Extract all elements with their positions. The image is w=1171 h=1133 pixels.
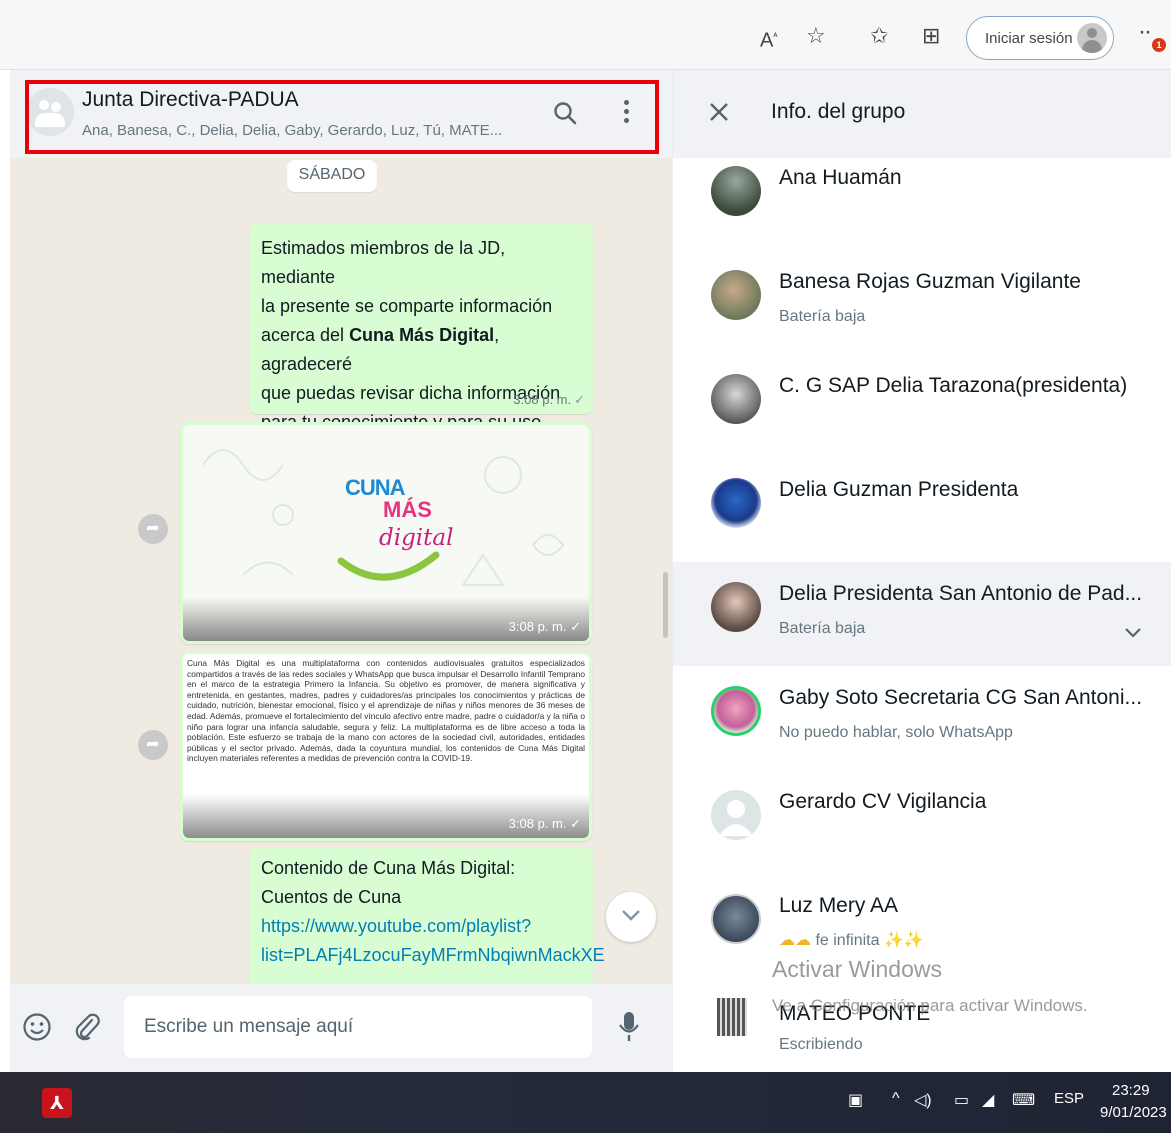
logo-text-digital: digital	[379, 525, 454, 551]
member-status: Escribiendo	[779, 1036, 863, 1053]
activate-windows-hint: Ve a Configuración para activar Windows.	[772, 996, 1088, 1015]
battery-icon[interactable]: ▭	[954, 1090, 969, 1110]
logo-text-mas: MÁS	[383, 497, 432, 522]
microphone-icon[interactable]	[618, 1010, 640, 1049]
activate-windows-watermark: Activar Windows	[772, 956, 942, 982]
playlist-link[interactable]: list=PLAFj4LzocuFayMFrmNbqiwnMackXE	[261, 941, 605, 970]
favorite-add-icon[interactable]: ☆	[806, 22, 826, 50]
pdf-app-icon[interactable]: ⅄	[42, 1088, 72, 1118]
member-avatar	[711, 374, 761, 424]
chevron-up-icon[interactable]: ^	[892, 1090, 900, 1108]
sent-check-icon: ✓	[574, 392, 585, 407]
member-name: Ana Huamán	[779, 166, 902, 189]
news-widget-icon[interactable]: ▣	[848, 1090, 863, 1110]
member-name: Gerardo CV Vigilancia	[779, 790, 987, 813]
member-item[interactable]: C. G SAP Delia Tarazona(presidenta)	[673, 362, 1171, 466]
clock-date[interactable]: 9/01/2023	[1100, 1104, 1167, 1121]
member-status: Batería baja	[779, 620, 866, 637]
member-item[interactable]: Delia Guzman Presidenta	[673, 466, 1171, 570]
member-name: Delia Guzman Presidenta	[779, 478, 1019, 501]
wifi-icon[interactable]: ◢	[982, 1090, 994, 1110]
member-avatar	[711, 894, 761, 944]
scroll-down-button[interactable]	[606, 892, 656, 942]
image-message[interactable]: Cuna Más Digital es una multiplataforma …	[180, 651, 592, 841]
logo-swoosh-icon	[337, 551, 440, 581]
chat-scrollbar[interactable]	[663, 572, 668, 638]
signin-label: Iniciar sesión	[985, 29, 1073, 47]
member-avatar	[711, 270, 761, 320]
member-name: Gaby Soto Secretaria CG San Antoni...	[779, 686, 1143, 709]
clock-time[interactable]: 23:29	[1112, 1082, 1150, 1099]
member-avatar	[711, 478, 761, 528]
volume-icon[interactable]: ◁)	[914, 1090, 932, 1110]
chat-header[interactable]: Junta Directiva-PADUA Ana, Banesa, C., D…	[10, 70, 672, 158]
message-list[interactable]: SÁBADO Estimados miembros de la JD, medi…	[10, 158, 672, 988]
member-name: Banesa Rojas Guzman Vigilante	[779, 270, 1081, 293]
message-time: 3:08 p. m. ✓	[508, 816, 581, 831]
image-message[interactable]: CUNA MÁS digital 3:08 p. m. ✓	[180, 422, 592, 644]
member-name: Delia Presidenta San Antonio de Pad...	[779, 582, 1143, 605]
message-line: Estimados miembros de la JD, mediante	[261, 238, 506, 287]
keyboard-icon[interactable]: ⌨	[1012, 1090, 1035, 1110]
close-icon[interactable]	[707, 100, 731, 129]
message-bubble[interactable]: Contenido de Cuna Más Digital: Cuentos d…	[249, 848, 605, 988]
message-composer	[10, 984, 672, 1072]
group-info-panel: Info. del grupo Ana Huamán Banesa Rojas …	[672, 70, 1171, 1072]
chat-panel: Junta Directiva-PADUA Ana, Banesa, C., D…	[10, 70, 672, 1072]
playlist-link[interactable]: https://www.youtube.com/playlist?	[261, 912, 581, 941]
collections-icon[interactable]: ⊞	[922, 22, 940, 50]
info-title: Info. del grupo	[771, 100, 906, 123]
favorites-icon[interactable]: ✩	[870, 22, 888, 50]
member-item[interactable]: Delia Presidenta San Antonio de Pad... B…	[673, 562, 1171, 666]
more-options-icon[interactable]: ··	[1138, 18, 1152, 46]
language-indicator[interactable]: ESP	[1054, 1090, 1084, 1107]
member-item[interactable]: Gerardo CV Vigilancia	[673, 778, 1171, 882]
message-line: Cuentos de Cuna	[261, 887, 402, 907]
member-name: C. G SAP Delia Tarazona(presidenta)	[779, 374, 1128, 397]
emoji-icon[interactable]	[22, 1012, 52, 1047]
member-item[interactable]: Ana Huamán	[673, 154, 1171, 258]
image-text-body: Cuna Más Digital es una multiplataforma …	[187, 658, 585, 764]
message-time: 3:08 p. m. ✓	[508, 619, 581, 634]
profile-avatar-icon	[1077, 23, 1107, 53]
member-item[interactable]: Banesa Rojas Guzman Vigilante Batería ba…	[673, 258, 1171, 362]
member-avatar	[711, 686, 761, 736]
cuna-mas-digital-image[interactable]: CUNA MÁS digital 3:08 p. m. ✓	[183, 425, 589, 641]
default-avatar-icon	[711, 790, 761, 840]
header-highlight-box	[25, 80, 659, 154]
chevron-down-icon	[622, 910, 640, 921]
message-time: 3:08 p. m. ✓	[513, 392, 585, 407]
member-name: Luz Mery AA	[779, 894, 899, 917]
chevron-down-icon[interactable]	[1124, 626, 1142, 644]
sparkles-icon: ✨✨	[883, 932, 924, 949]
forward-icon[interactable]: ➦	[138, 514, 168, 544]
member-status: Batería baja	[779, 308, 866, 325]
signin-button[interactable]: Iniciar sesión	[966, 16, 1114, 60]
message-line: Contenido de Cuna Más Digital:	[261, 858, 516, 878]
date-chip: SÁBADO	[287, 160, 377, 192]
emoji-icon: ☁☁	[779, 932, 811, 949]
member-avatar	[711, 166, 761, 216]
member-item[interactable]: Gaby Soto Secretaria CG San Antoni... No…	[673, 674, 1171, 778]
member-avatar	[711, 582, 761, 632]
message-bold-text: Cuna Más Digital	[349, 325, 495, 345]
read-aloud-icon[interactable]: Aᴬ	[760, 22, 777, 55]
member-status: ☁☁ fe infinita ✨✨	[779, 932, 924, 949]
attach-icon[interactable]	[72, 1012, 102, 1047]
member-status: No puedo hablar, solo WhatsApp	[779, 724, 1013, 741]
taskbar: ⅄ ▣ ^ ◁) ▭ ◢ ⌨ ESP 23:29 9/01/2023	[0, 1072, 1171, 1133]
text-image[interactable]: Cuna Más Digital es una multiplataforma …	[183, 654, 589, 838]
browser-toolbar: Aᴬ ☆ ✩ ⊞ Iniciar sesión ·· 1	[0, 0, 1171, 70]
qr-avatar	[717, 998, 747, 1036]
message-input[interactable]	[124, 996, 592, 1058]
message-bubble[interactable]: Estimados miembros de la JD, mediante la…	[249, 224, 593, 432]
info-header: Info. del grupo	[673, 70, 1171, 158]
message-line: acerca del Cuna Más Digital, agradeceré	[261, 325, 500, 374]
message-line: la presente se comparte información	[261, 296, 553, 316]
notification-badge: 1	[1152, 38, 1166, 52]
forward-icon[interactable]: ➦	[138, 730, 168, 760]
